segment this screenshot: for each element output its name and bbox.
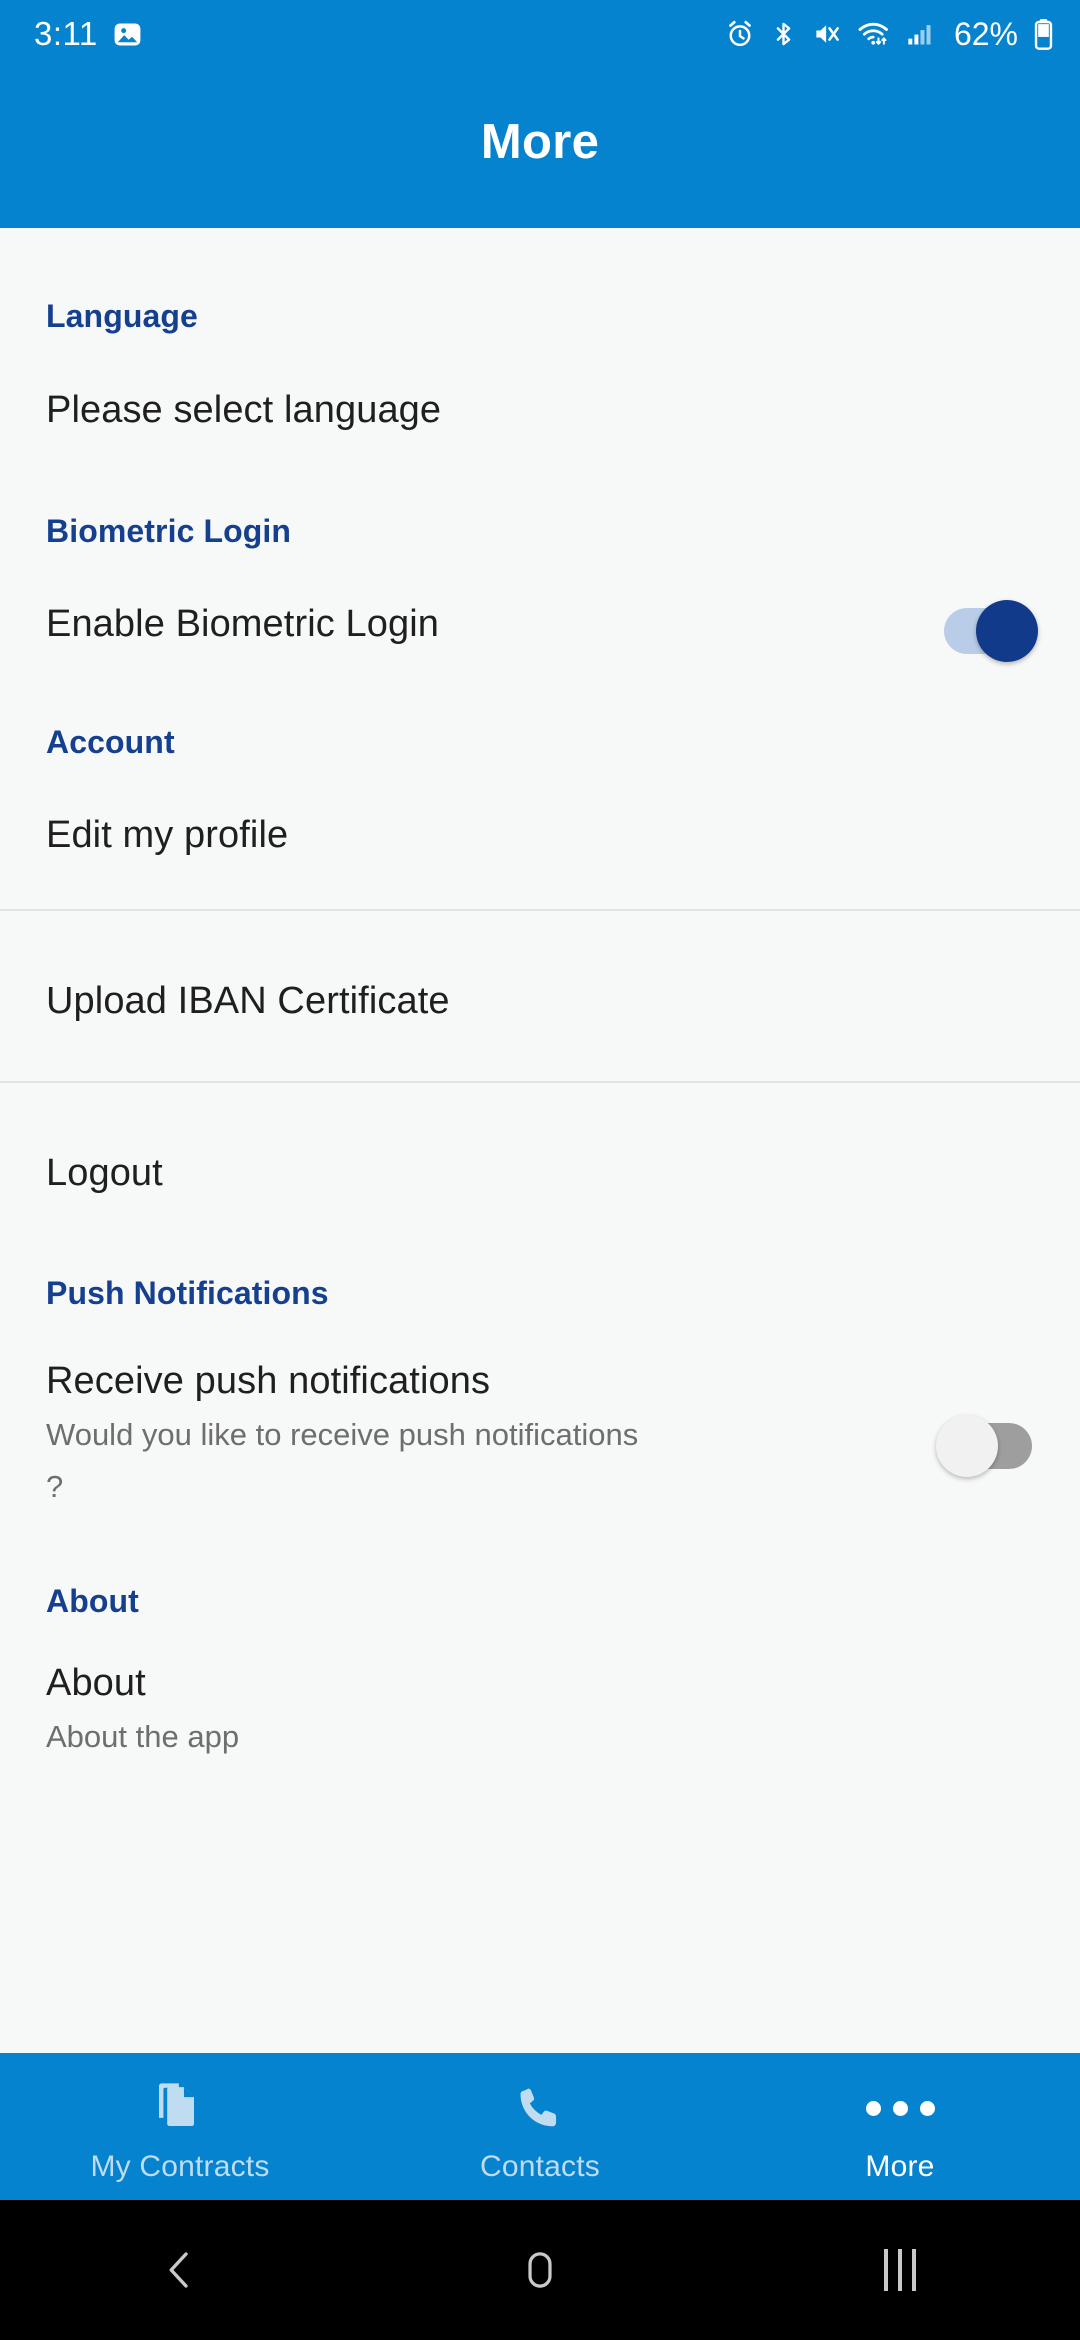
setting-row-select-language[interactable]: Please select language [0, 383, 1080, 437]
nav-label-more: More [865, 2149, 935, 2183]
image-icon [114, 23, 141, 45]
mute-vibrate-icon [816, 25, 839, 43]
back-icon [169, 2252, 188, 2288]
setting-row-logout[interactable]: Logout [0, 1145, 1080, 1201]
recents-icon [884, 2249, 916, 2291]
setting-row-upload-iban[interactable]: Upload IBAN Certificate [0, 973, 1080, 1029]
phone-icon [520, 2088, 557, 2126]
nav-label-my-contracts: My Contracts [90, 2149, 270, 2183]
bottom-navigation: My Contracts Contacts More [0, 2053, 1080, 2200]
wifi-icon [858, 22, 888, 45]
back-button[interactable] [120, 2210, 240, 2330]
setting-row-about[interactable]: About About the app [0, 1662, 1080, 1763]
home-button[interactable] [480, 2210, 600, 2330]
settings-list: Language Please select language Biometri… [0, 228, 1080, 2053]
battery-icon [1034, 19, 1053, 50]
more-dots-icon [865, 2101, 935, 2116]
android-navigation-bar [0, 2200, 1080, 2340]
section-header-push: Push Notifications [46, 1275, 329, 1311]
receive-push-label: Receive push notifications [46, 1360, 491, 1402]
phone-screen: More 3:11 62% Language Please select lan… [0, 0, 1080, 2340]
section-header-about: About [46, 1583, 139, 1619]
status-bar: 3:11 62% [0, 0, 1080, 68]
setting-row-edit-profile[interactable]: Edit my profile [0, 807, 1080, 863]
page-title: More [480, 115, 600, 169]
bluetooth-icon [776, 22, 791, 46]
biometric-login-toggle[interactable] [936, 600, 1038, 662]
section-header-biometric: Biometric Login [46, 513, 292, 549]
section-header-account: Account [46, 724, 175, 760]
documents-icon [159, 2082, 194, 2126]
nav-item-contacts[interactable]: Contacts [360, 2053, 720, 2200]
signal-icon [908, 25, 931, 45]
status-time: 3:11 [34, 15, 98, 52]
about-subtitle: About the app [46, 1719, 240, 1754]
status-bar-right: 62% [725, 16, 1054, 53]
edit-profile-label: Edit my profile [46, 813, 289, 856]
nav-item-my-contracts[interactable]: My Contracts [0, 2053, 360, 2200]
upload-iban-label: Upload IBAN Certificate [46, 979, 450, 1022]
receive-push-subtitle: Would you like to receive push notificat… [46, 1417, 639, 1504]
about-label: About [46, 1662, 146, 1704]
home-icon [528, 2252, 552, 2288]
status-bar-left: 3:11 [34, 15, 143, 53]
section-header-language: Language [46, 298, 198, 334]
nav-item-more[interactable]: More [720, 2053, 1080, 2200]
setting-row-receive-push[interactable]: Receive push notifications Would you lik… [0, 1354, 1080, 1513]
battery-percent: 62% [953, 15, 1018, 52]
push-notifications-toggle[interactable] [936, 1415, 1034, 1477]
toggle-thumb [936, 1415, 998, 1477]
toggle-thumb [976, 600, 1038, 662]
setting-row-enable-biometric[interactable]: Enable Biometric Login [0, 596, 1080, 662]
enable-biometric-label: Enable Biometric Login [46, 602, 439, 645]
select-language-label: Please select language [46, 388, 442, 431]
recents-button[interactable] [840, 2210, 960, 2330]
nav-label-contacts: Contacts [480, 2149, 600, 2183]
logout-label: Logout [46, 1151, 163, 1194]
alarm-icon [729, 20, 751, 47]
